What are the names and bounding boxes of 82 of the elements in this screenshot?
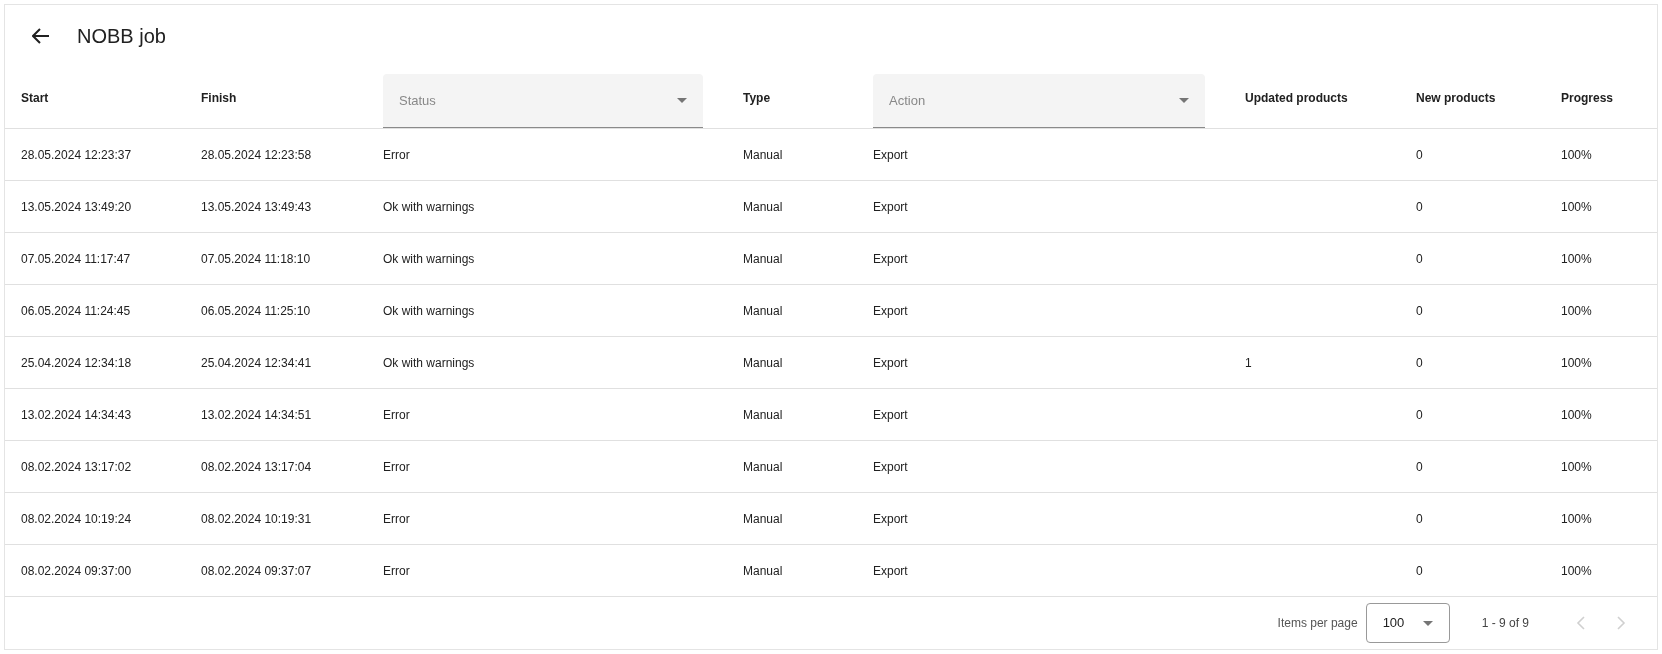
table-cell: 28.05.2024 12:23:58 [201,147,312,162]
table-cell: Export [873,251,908,266]
table-cell: Error [383,147,410,162]
table-cell: Manual [743,251,783,266]
table-cell: 06.05.2024 11:25:10 [201,303,311,318]
table-cell: 25.04.2024 12:34:41 [201,355,312,370]
table-cell: Error [383,511,410,526]
dropdown-caret-icon [1179,98,1189,103]
table-cell: Export [873,355,908,370]
filter-select[interactable]: Status [383,74,703,128]
table-cell: 07.05.2024 11:17:47 [21,251,131,266]
table-cell: 0 [1416,147,1423,162]
table-cell: 08.02.2024 10:19:24 [21,511,132,526]
table-cell: 08.02.2024 09:37:00 [21,563,132,578]
table-cell: 07.05.2024 11:18:10 [201,251,311,266]
table-cell: 13.02.2024 14:34:43 [21,407,132,422]
table-cell: Error [383,459,410,474]
table-cell: 08.02.2024 13:17:02 [21,459,132,474]
table-cell: 08.02.2024 10:19:31 [201,511,312,526]
table-cell: 0 [1416,355,1423,370]
table-cell: Error [383,407,410,422]
page-title: NOBB job [77,24,166,49]
table-cell: 0 [1416,303,1423,318]
table-cell: 1 [1245,355,1252,370]
table-cell: 28.05.2024 12:23:37 [21,147,132,162]
table-cell: 13.02.2024 14:34:51 [201,407,312,422]
column-header: New products [1416,89,1497,107]
items-per-page-label: Items per page [1277,615,1358,632]
table-cell: Manual [743,199,783,214]
table-cell: 13.05.2024 13:49:20 [21,199,132,214]
column-header: Finish [201,89,238,107]
page-range: 1 - 9 of 9 [1481,615,1529,632]
table-cell: 100% [1561,407,1592,422]
table-cell: 0 [1416,563,1423,578]
table-cell: Ok with warnings [383,303,475,318]
table-cell: 08.02.2024 09:37:07 [201,563,312,578]
table-cell: 100% [1561,459,1592,474]
table-cell: Manual [743,511,783,526]
table-cell: Ok with warnings [383,355,475,370]
table-cell: 06.05.2024 11:24:45 [21,303,131,318]
chevron-left-icon [1576,615,1586,631]
table-cell: Manual [743,563,783,578]
table-cell: 0 [1416,407,1423,422]
page-size-select[interactable]: 100 [1365,603,1450,643]
table-cell: Export [873,459,908,474]
table-cell: 100% [1561,511,1592,526]
table-cell: Export [873,303,908,318]
dropdown-caret-icon [1422,620,1433,626]
table-cell: 100% [1561,355,1592,370]
dropdown-caret-icon [677,98,687,103]
table-cell: Manual [743,147,783,162]
column-header: Updated products [1245,89,1349,107]
table-cell: Export [873,407,908,422]
table-cell: 0 [1416,459,1423,474]
table-cell: 100% [1561,563,1592,578]
column-header: Progress [1561,89,1615,107]
table-cell: Export [873,147,908,162]
table-cell: 13.05.2024 13:49:43 [201,199,312,214]
column-header: Start [21,89,50,107]
filter-select[interactable]: Action [873,74,1205,128]
table-cell: 0 [1416,511,1423,526]
table-cell: Export [873,563,908,578]
table-cell: Ok with warnings [383,251,475,266]
table-cell: 0 [1416,251,1423,266]
chevron-right-icon [1616,615,1626,631]
table-cell: 100% [1561,251,1592,266]
table-cell: 0 [1416,199,1423,214]
table-cell: Manual [743,355,783,370]
table-cell: Export [873,511,908,526]
table-cell: Manual [743,303,783,318]
table-cell: Export [873,199,908,214]
column-header: Type [743,89,772,107]
table-cell: 100% [1561,147,1592,162]
back-arrow-icon [32,28,50,44]
table-cell: 100% [1561,199,1592,214]
table-cell: Ok with warnings [383,199,475,214]
table-cell: 08.02.2024 13:17:04 [201,459,312,474]
table-cell: Manual [743,407,783,422]
table-cell: Manual [743,459,783,474]
table-cell: 25.04.2024 12:34:18 [21,355,132,370]
table-cell: Error [383,563,410,578]
table-cell: 100% [1561,303,1592,318]
